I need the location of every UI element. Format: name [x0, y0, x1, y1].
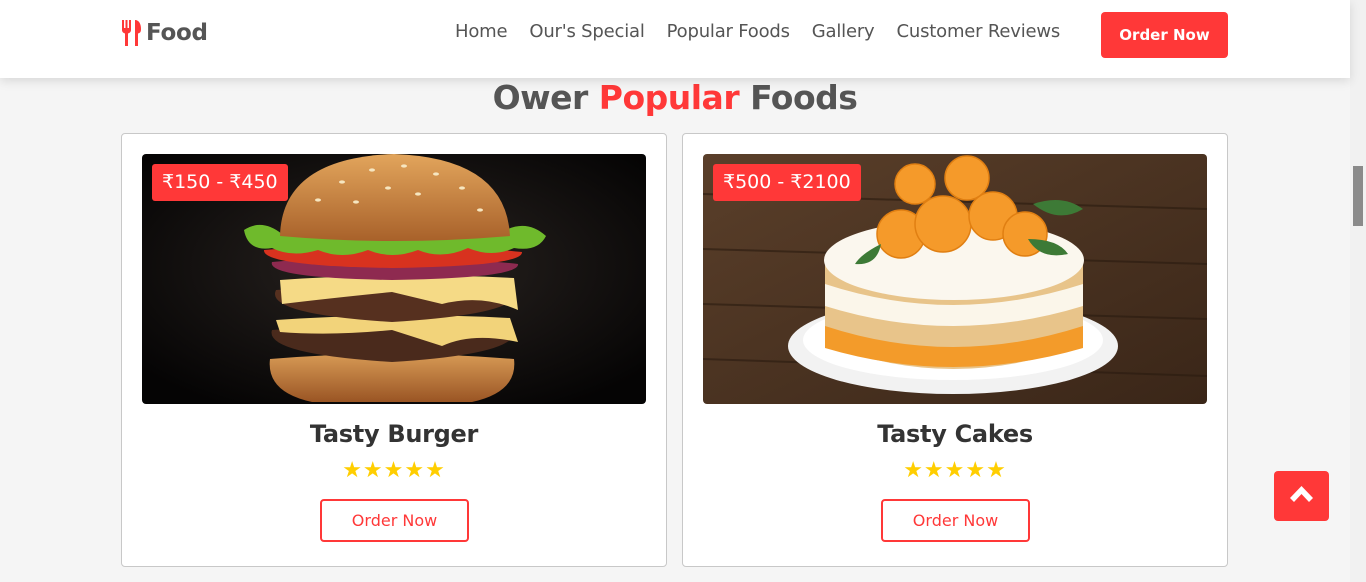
nav-link-customer-reviews[interactable]: Customer Reviews [897, 21, 1061, 42]
scroll-to-top-button[interactable] [1274, 471, 1329, 521]
price-badge: ₹150 - ₹450 [152, 164, 288, 201]
title-accent: Popular [598, 78, 740, 117]
cake-image: ₹500 - ₹2100 [703, 154, 1207, 404]
star-rating: ★★★★★ [903, 458, 1007, 483]
food-card-burger: ₹150 - ₹450 Tasty Burger ★★★★★ Order Now [121, 133, 667, 567]
order-now-button[interactable]: Order Now [881, 499, 1030, 542]
utensils-icon [121, 20, 143, 46]
order-now-button[interactable]: Order Now [320, 499, 469, 542]
nav-link-specials[interactable]: Our's Special [529, 21, 644, 42]
logo-text: Food [146, 20, 208, 46]
nav-link-popular-foods[interactable]: Popular Foods [667, 21, 790, 42]
star-rating: ★★★★★ [342, 458, 446, 483]
food-card-cake: ₹500 - ₹2100 Tasty Cakes ★★★★★ Order Now [682, 133, 1228, 567]
page-scrollbar[interactable] [1350, 0, 1366, 582]
header-order-now-button[interactable]: Order Now [1101, 12, 1228, 58]
logo[interactable]: Food [121, 20, 208, 46]
title-part1: Ower [492, 78, 599, 117]
scrollbar-thumb[interactable] [1353, 166, 1363, 226]
navbar: Food Home Our's Special Popular Foods Ga… [0, 0, 1350, 78]
section-title: Ower Popular Foods [0, 78, 1350, 117]
card-title: Tasty Burger [309, 420, 479, 448]
title-part2: Foods [739, 78, 858, 117]
burger-image: ₹150 - ₹450 [142, 154, 646, 404]
card-title: Tasty Cakes [877, 420, 1033, 448]
price-badge: ₹500 - ₹2100 [713, 164, 861, 201]
main-nav: Home Our's Special Popular Foods Gallery… [455, 21, 1082, 42]
nav-link-gallery[interactable]: Gallery [812, 21, 875, 42]
nav-link-home[interactable]: Home [455, 21, 508, 42]
